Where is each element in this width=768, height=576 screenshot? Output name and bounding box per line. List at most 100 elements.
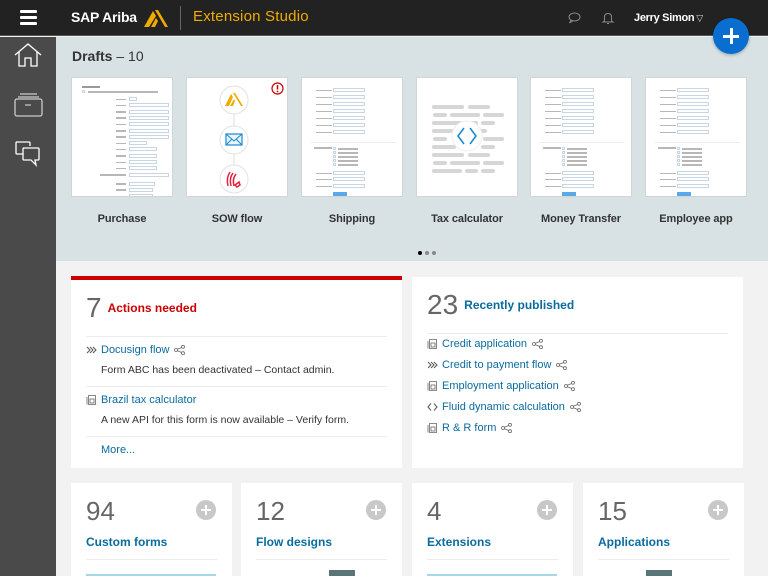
- divider: [427, 333, 728, 334]
- published-link[interactable]: Fluid dynamic calculation: [442, 401, 565, 413]
- action-message: Form ABC has been deactivated – Contact …: [101, 364, 335, 376]
- form-thumbnail[interactable]: [645, 77, 747, 197]
- add-icon[interactable]: [708, 500, 728, 520]
- flow-thumbnail[interactable]: [186, 77, 288, 197]
- add-button[interactable]: [713, 18, 749, 54]
- share-icon[interactable]: [556, 360, 568, 370]
- thumbnail-decoration: [562, 88, 594, 92]
- thumbnail-decoration: [316, 103, 332, 105]
- thumbnail-decoration: [562, 130, 594, 134]
- thumbnail-decoration: [333, 177, 365, 181]
- thumbnail-decoration: [545, 124, 561, 126]
- thumbnail-decoration: [562, 151, 565, 154]
- code-thumbnail[interactable]: [416, 77, 518, 197]
- action-link[interactable]: Brazil tax calculator: [101, 394, 196, 406]
- thumbnail-decoration: [545, 117, 561, 119]
- thumbnail-decoration: [129, 153, 157, 158]
- thumbnail-decoration: [333, 151, 336, 154]
- published-item: Employment application: [427, 380, 575, 392]
- thumbnail-decoration: [677, 159, 680, 162]
- thumbnail-decoration: [562, 123, 594, 127]
- chat-icon[interactable]: [567, 11, 581, 25]
- thumbnail-decoration: [677, 177, 709, 181]
- thumbnail-decoration: [333, 102, 365, 106]
- more-link[interactable]: More...: [101, 444, 135, 456]
- product-title: Extension Studio: [193, 8, 309, 25]
- sidebar-item-inbox[interactable]: [12, 89, 44, 121]
- draft-card[interactable]: Shipping: [301, 77, 403, 225]
- page-dot[interactable]: [425, 251, 429, 255]
- thumbnail-decoration: [333, 123, 365, 127]
- share-icon[interactable]: [563, 381, 575, 391]
- thumbnail-decoration: [316, 172, 332, 174]
- thumbnail-decoration: [562, 147, 565, 150]
- thumbnail-decoration: [567, 148, 587, 150]
- thumbnail-decoration: [567, 164, 587, 166]
- thumbnail-decoration: [116, 148, 126, 151]
- published-count: 23: [427, 289, 459, 320]
- published-link[interactable]: Credit application: [442, 338, 527, 350]
- thumbnail-decoration: [333, 159, 336, 162]
- user-name: Jerry Simon: [634, 12, 695, 24]
- stat-count: 4: [427, 496, 442, 526]
- form-thumbnail[interactable]: [71, 77, 173, 197]
- action-item: Docusign flow: [86, 344, 186, 356]
- draft-label: Shipping: [328, 213, 376, 225]
- action-link[interactable]: Docusign flow: [101, 344, 169, 356]
- thumbnail-decoration: [129, 160, 157, 164]
- thumbnail-decoration: [660, 178, 676, 180]
- form-thumbnail[interactable]: [530, 77, 632, 197]
- thumbnail-decoration: [677, 192, 691, 196]
- draft-card[interactable]: Tax calculator: [416, 77, 518, 225]
- draft-label: SOW flow: [211, 213, 263, 225]
- thumbnail-decoration: [116, 98, 126, 100]
- draft-card[interactable]: Employee app: [645, 77, 747, 225]
- share-icon[interactable]: [501, 423, 513, 433]
- action-message: A new API for this form is now available…: [101, 414, 350, 426]
- divider: [86, 436, 387, 437]
- thumbnail-decoration: [116, 189, 126, 191]
- stat-card-extensions: 4 Extensions: [412, 483, 573, 576]
- bell-icon[interactable]: [601, 11, 615, 25]
- published-link[interactable]: Credit to payment flow: [442, 359, 551, 371]
- thumbnail-decoration: [567, 152, 587, 154]
- thumbnail-decoration: [333, 116, 365, 120]
- thumbnail-decoration: [129, 103, 169, 108]
- thumbnail-decoration: [562, 159, 565, 162]
- stat-label[interactable]: Flow designs: [256, 535, 332, 549]
- sidebar-item-conversations[interactable]: [12, 138, 44, 170]
- stat-label[interactable]: Extensions: [427, 535, 491, 549]
- form-thumbnail[interactable]: [301, 77, 403, 197]
- share-icon[interactable]: [174, 345, 186, 355]
- add-icon[interactable]: [366, 500, 386, 520]
- stat-label[interactable]: Applications: [598, 535, 670, 549]
- thumbnail-decoration: [562, 116, 594, 120]
- stat-label[interactable]: Custom forms: [86, 535, 167, 549]
- thumbnail-decoration: [333, 184, 365, 188]
- page-dot[interactable]: [418, 251, 422, 255]
- thumbnail-decoration: [562, 171, 594, 175]
- thumbnail-decoration: [316, 131, 332, 133]
- draft-card[interactable]: Purchase: [71, 77, 173, 225]
- published-link[interactable]: R & R form: [442, 422, 496, 434]
- thumbnail-decoration: [567, 160, 587, 162]
- add-icon[interactable]: [196, 500, 216, 520]
- thumbnail-decoration: [316, 117, 332, 119]
- menu-icon[interactable]: [20, 10, 37, 25]
- add-icon[interactable]: [537, 500, 557, 520]
- actions-title: Actions needed: [107, 301, 197, 315]
- thumbnail-decoration: [129, 128, 169, 133]
- sidebar-item-home[interactable]: [12, 40, 44, 72]
- draft-label: Purchase: [97, 213, 147, 225]
- divider: [86, 386, 387, 387]
- page-dot[interactable]: [432, 251, 436, 255]
- user-menu[interactable]: Jerry Simon ▽: [634, 12, 703, 24]
- draft-card[interactable]: SOW flow: [186, 77, 288, 225]
- share-icon[interactable]: [569, 402, 581, 412]
- thumbnail-decoration: [660, 124, 676, 126]
- published-link[interactable]: Employment application: [442, 380, 559, 392]
- share-icon[interactable]: [532, 339, 543, 349]
- draft-card[interactable]: Money Transfer: [530, 77, 632, 225]
- actions-card: 7 Actions needed Docusign flow Form ABC h…: [71, 276, 402, 468]
- thumbnail-decoration: [545, 172, 561, 174]
